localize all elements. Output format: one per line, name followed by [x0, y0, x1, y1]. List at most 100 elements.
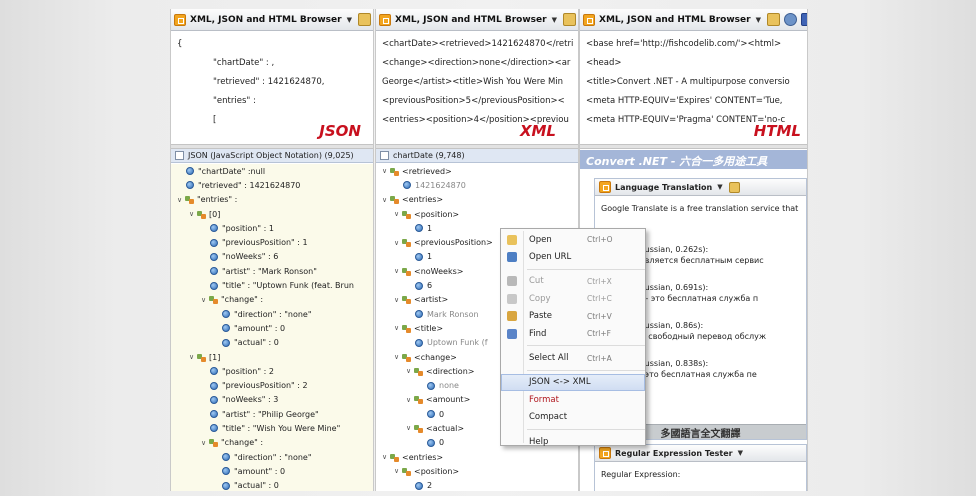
menu-item-cut[interactable]: Cut Ctrl+X	[501, 273, 645, 290]
menu-item-open-url[interactable]: Open URL	[501, 248, 645, 265]
expand-toggle-icon[interactable]: ∨	[380, 167, 389, 175]
menu-item-select-all[interactable]: Select All Ctrl+A	[501, 349, 645, 366]
value-node-icon	[222, 338, 230, 347]
menu-item-help[interactable]: Help	[501, 433, 645, 450]
json-source-editor[interactable]: { "chartDate" : , "retrieved" : 14216248…	[171, 31, 373, 144]
language-translation-title[interactable]: Language Translation	[615, 183, 712, 192]
app-title[interactable]: XML, JSON and HTML Browser	[599, 15, 751, 25]
xml-source-editor[interactable]: <chartDate><retrieved>1421624870</retri …	[376, 31, 578, 144]
expand-toggle-icon[interactable]: ∨	[199, 439, 208, 447]
tree-node[interactable]: "title" : "Wish You Were Mine"	[171, 421, 373, 435]
tree-node[interactable]: "noWeeks" : 6	[171, 250, 373, 264]
menu-item-paste[interactable]: Paste Ctrl+V	[501, 308, 645, 325]
tree-node-label: <direction>	[426, 366, 475, 376]
tree-node[interactable]: ∨ "change" :	[171, 436, 373, 450]
json-panel: XML, JSON and HTML Browser ▼ { "chartDat…	[170, 9, 374, 491]
tree-node[interactable]: ∨ <position>	[376, 207, 578, 221]
value-node-icon	[415, 481, 423, 490]
tree-node[interactable]: "actual" : 0	[171, 336, 373, 350]
menu-item-json-xml[interactable]: JSON <-> XML	[501, 373, 645, 392]
tree-node[interactable]: "position" : 1	[171, 221, 373, 235]
tree-node[interactable]: ∨ <retrieved>	[376, 164, 578, 178]
menu-item-label: Compact	[529, 412, 568, 423]
expand-toggle-icon[interactable]: ∨	[404, 424, 413, 432]
app-title[interactable]: XML, JSON and HTML Browser	[395, 15, 547, 25]
tree-node[interactable]: ∨ <entries>	[376, 193, 578, 207]
tree-node-label: Mark Ronson	[427, 309, 479, 319]
tree-node-label: "change" :	[221, 438, 264, 448]
tree-node[interactable]: "noWeeks" : 3	[171, 393, 373, 407]
expand-toggle-icon[interactable]: ∨	[187, 353, 196, 361]
expand-toggle-icon[interactable]: ∨	[392, 324, 401, 332]
chevron-down-icon[interactable]: ▼	[717, 183, 722, 191]
value-node-icon	[210, 281, 218, 290]
menu-item-label: Select All	[529, 353, 569, 364]
search-icon[interactable]	[783, 13, 797, 26]
splitter[interactable]	[580, 144, 807, 149]
translation-source-text[interactable]: Google Translate is a free translation s…	[595, 196, 806, 221]
tree-node-label: "chartDate" :null	[198, 166, 266, 176]
chevron-down-icon[interactable]: ▼	[347, 16, 352, 24]
tree-node[interactable]: "direction" : "none"	[171, 307, 373, 321]
app-title[interactable]: XML, JSON and HTML Browser	[190, 15, 342, 25]
tree-node[interactable]: 2	[376, 479, 578, 491]
open-file-icon[interactable]	[562, 13, 576, 26]
save-icon[interactable]	[800, 13, 807, 26]
tree-node[interactable]: "previousPosition" : 2	[171, 378, 373, 392]
expand-toggle-icon[interactable]: ∨	[175, 196, 184, 204]
tree-node[interactable]: "title" : "Uptown Funk (feat. Brun	[171, 278, 373, 292]
source-line: <meta HTTP-EQUIV='Expires' CONTENT='Tue,	[586, 96, 783, 106]
menu-icon-slot	[501, 328, 523, 339]
html-source-editor[interactable]: <base href='http://fishcodelib.com/'><ht…	[580, 31, 807, 144]
tree-node[interactable]: ∨ "entries" :	[171, 193, 373, 207]
tree-node[interactable]: "artist" : "Philip George"	[171, 407, 373, 421]
tree-node[interactable]: "amount" : 0	[171, 321, 373, 335]
chevron-down-icon[interactable]: ▼	[738, 449, 743, 457]
tree-node[interactable]: ∨ "change" :	[171, 293, 373, 307]
chevron-down-icon[interactable]: ▼	[756, 16, 761, 24]
menu-item-compact[interactable]: Compact	[501, 409, 645, 426]
open-file-icon[interactable]	[766, 13, 780, 26]
tree-node-label: "noWeeks" : 6	[222, 252, 279, 262]
expand-toggle-icon[interactable]: ∨	[199, 296, 208, 304]
object-node-icon	[390, 453, 399, 462]
tree-node-label: "previousPosition" : 1	[222, 238, 308, 248]
tree-node[interactable]: "previousPosition" : 1	[171, 235, 373, 249]
json-tree-header[interactable]: JSON (JavaScript Object Notation) (9,025…	[171, 149, 373, 163]
expand-toggle-icon[interactable]: ∨	[392, 210, 401, 218]
tree-node[interactable]: "chartDate" :null	[171, 164, 373, 178]
tree-node[interactable]: "amount" : 0	[171, 464, 373, 478]
menu-item-format[interactable]: Format	[501, 391, 645, 408]
tree-node[interactable]: 1421624870	[376, 178, 578, 192]
expand-toggle-icon[interactable]: ∨	[187, 210, 196, 218]
menu-item-shortcut: Ctrl+X	[587, 276, 612, 286]
tree-node[interactable]: ∨ <position>	[376, 464, 578, 478]
expand-toggle-icon[interactable]: ∨	[392, 267, 401, 275]
menu-item-copy[interactable]: Copy Ctrl+C	[501, 290, 645, 307]
document-icon	[380, 151, 389, 160]
xml-tree-header[interactable]: chartDate (9,748)	[376, 149, 578, 163]
expand-toggle-icon[interactable]: ∨	[404, 367, 413, 375]
open-file-icon[interactable]	[728, 181, 740, 193]
tree-node[interactable]: ∨ [0]	[171, 207, 373, 221]
json-tree-view[interactable]: "chartDate" :null "retrieved" : 142162487…	[171, 164, 373, 491]
tree-node[interactable]: "actual" : 0	[171, 479, 373, 491]
expand-toggle-icon[interactable]: ∨	[392, 239, 401, 247]
tree-node[interactable]: "artist" : "Mark Ronson"	[171, 264, 373, 278]
menu-item-open[interactable]: Open Ctrl+O	[501, 231, 645, 248]
expand-toggle-icon[interactable]: ∨	[380, 453, 389, 461]
tree-node[interactable]: "retrieved" : 1421624870	[171, 178, 373, 192]
tree-node[interactable]: ∨ [1]	[171, 350, 373, 364]
expand-toggle-icon[interactable]: ∨	[392, 467, 401, 475]
expand-toggle-icon[interactable]: ∨	[392, 353, 401, 361]
open-file-icon[interactable]	[357, 13, 371, 26]
expand-toggle-icon[interactable]: ∨	[404, 396, 413, 404]
expand-toggle-icon[interactable]: ∨	[380, 196, 389, 204]
menu-item-find[interactable]: Find Ctrl+F	[501, 325, 645, 342]
object-node-icon	[402, 210, 411, 219]
expand-toggle-icon[interactable]: ∨	[392, 296, 401, 304]
chevron-down-icon[interactable]: ▼	[552, 16, 557, 24]
tree-node[interactable]: "direction" : "none"	[171, 450, 373, 464]
tree-node[interactable]: "position" : 2	[171, 364, 373, 378]
tree-node[interactable]: ∨ <entries>	[376, 450, 578, 464]
